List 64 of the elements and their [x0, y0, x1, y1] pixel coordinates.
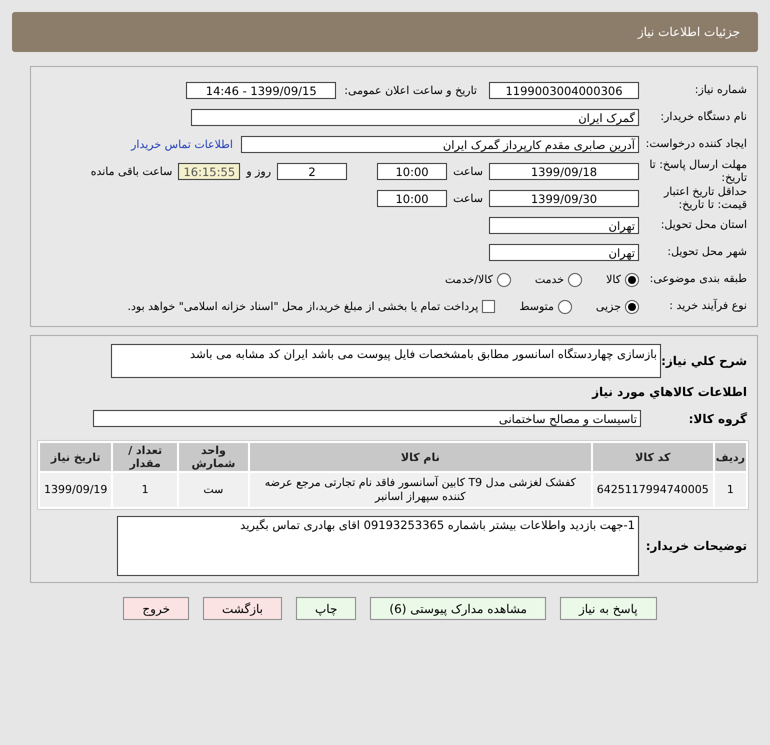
checkbox-label: پرداخت تمام یا بخشی از مبلغ خرید،از محل "اسناد خزانه اسلامی" خواهد بود.: [128, 300, 478, 313]
need-number-field: 1199003004000306: [489, 82, 639, 99]
action-button[interactable]: مشاهده مدارک پیوستی (6): [370, 597, 546, 620]
field-label: شرح كلي نياز:: [661, 354, 747, 368]
radio-button[interactable]: [568, 272, 582, 286]
field-label: شهر محل تحویل:: [666, 246, 747, 259]
days-field: 2: [277, 163, 348, 180]
radio-label: متوسط: [519, 300, 554, 313]
radio-button[interactable]: [496, 272, 511, 286]
column-header: نام کالا: [250, 443, 591, 471]
column-header: ردیف: [714, 443, 746, 471]
description-field: بازسازی چهاردستگاه اسانسور مطابق بامشخصات فایل پیوست می باشد ایران کد مشابه می باشد: [111, 344, 661, 378]
radio-button[interactable]: [625, 300, 639, 314]
field-label: توضیحات خریدار:: [644, 539, 747, 553]
checkbox[interactable]: [482, 300, 496, 313]
table-cell: ست: [178, 473, 248, 507]
radio-button[interactable]: [625, 272, 639, 286]
radio-label: کالا/خدمت: [445, 273, 493, 286]
city-field: تهران: [489, 244, 639, 261]
radio-label: جزیی: [596, 300, 621, 313]
field-label: استان محل تحویل:: [660, 219, 747, 232]
table-cell: 1: [113, 473, 177, 507]
field-label: گروه کالا:: [688, 412, 747, 426]
field-label: ساعت باقی مانده: [90, 165, 172, 178]
field-label: ساعت: [453, 165, 483, 178]
table-cell: 6425117994740005: [592, 473, 713, 507]
section-heading: اطلاعات كالاهاي مورد نياز: [592, 384, 747, 401]
deadline-time-field: 10:00: [377, 163, 448, 180]
column-header: تعداد / مقدار: [113, 443, 177, 471]
announce-date-field: 1399/09/15 - 14:46: [186, 82, 336, 99]
page-title: جزئیات اطلاعات نیاز: [638, 25, 740, 39]
field-label: شماره نیاز:: [694, 84, 747, 97]
validity-time-field: 10:00: [377, 190, 448, 207]
buyer-contact-link[interactable]: اطلاعات تماس خریدار: [131, 138, 233, 151]
field-label: طبقه بندی موضوعی:: [648, 273, 747, 286]
province-field: تهران: [489, 217, 639, 234]
buyer-notes-field: 1-جهت بازدید واطلاعات بیشتر باشماره 09193253365 اقای بهادری تماس بگیرید: [117, 516, 639, 576]
table-cell: 1: [714, 473, 746, 507]
remaining-time-field: 16:15:55: [178, 163, 240, 180]
field-label: روز و: [246, 165, 272, 178]
field-label: ایجاد کننده درخواست:: [644, 138, 747, 151]
field-label: نوع فرآیند خرید :: [668, 300, 747, 313]
radio-label: خدمت: [534, 273, 564, 286]
field-label: حداقل تاریخ اعتبار قیمت: تا تاریخ:: [662, 186, 747, 212]
validity-date-field: 1399/09/30: [489, 190, 639, 207]
table-cell: کفشک لغزشی مدل T9 کابین آسانسور فاقد نام تجارتی مرجع عرضه کننده سپهراز اسانبر: [250, 473, 591, 507]
deadline-date-field: 1399/09/18: [489, 163, 639, 180]
field-label: تاریخ و ساعت اعلان عمومی:: [344, 84, 477, 97]
field-label: ساعت: [453, 192, 483, 205]
radio-button[interactable]: [558, 300, 572, 314]
column-header: کد کالا: [592, 443, 713, 471]
field-label: نام دستگاه خریدار:: [659, 111, 747, 124]
table-cell: 1399/09/19: [40, 473, 112, 507]
field-label: مهلت ارسال پاسخ: تا تاریخ:: [648, 158, 747, 184]
action-button[interactable]: پاسخ به نیاز: [560, 597, 657, 620]
action-button[interactable]: خروج: [123, 597, 189, 620]
column-header: واحد شمارش: [178, 443, 248, 471]
creator-field: آدرین صابری مقدم کارپرداز گمرک ایران: [241, 136, 639, 153]
column-header: تاریخ نیاز: [40, 443, 112, 471]
buyer-org-field: گمرک ایران: [191, 109, 639, 126]
radio-label: کالا: [606, 273, 621, 286]
action-button[interactable]: چاپ: [296, 597, 356, 620]
action-button[interactable]: بازگشت: [203, 597, 282, 620]
goods-group-field: تاسیسات و مصالح ساختمانی: [93, 410, 641, 427]
